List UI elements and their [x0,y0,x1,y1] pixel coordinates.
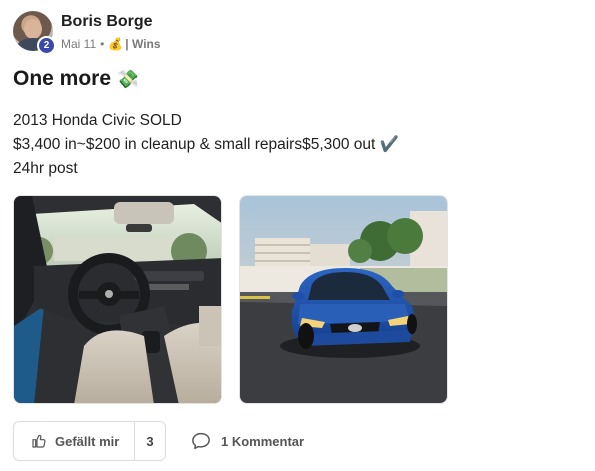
category-label[interactable]: | Wins [125,37,160,51]
like-label: Gefällt mir [55,433,120,449]
blue-honda-civic-photo[interactable] [239,195,448,404]
post-body: 2013 Honda Civic SOLD $3,400 in~$200 in … [13,109,399,181]
author-name[interactable]: Boris Borge [61,13,153,31]
meta-separator: • [100,37,105,51]
flying-money-icon: 💸 [116,69,140,89]
post-meta: Mai 11 • 💰 | Wins [61,37,161,51]
car-interior-image [14,196,221,403]
thumbs-up-icon [32,434,46,448]
level-badge: 2 [37,36,56,55]
post-title-text: One more [13,67,112,90]
like-group: Gefällt mir 3 [13,421,166,461]
comment-label: 1 Kommentar [221,433,305,449]
community-post: 2 Boris Borge Mai 11 • 💰 | Wins One more… [0,0,595,471]
like-button[interactable]: Gefällt mir [14,422,135,460]
post-date[interactable]: Mai 11 [61,37,96,51]
post-header: 2 Boris Borge Mai 11 • 💰 | Wins [13,11,413,55]
body-line: 2013 Honda Civic SOLD [13,112,182,129]
car-interior-photo[interactable] [13,195,222,404]
body-line: $3,400 in~$200 in cleanup & small repair… [13,136,399,153]
comment-bubble-icon [192,432,210,450]
body-line: 24hr post [13,160,78,177]
comment-button[interactable]: 1 Kommentar [191,421,304,461]
avatar-face [24,19,42,39]
post-actions: Gefällt mir 3 1 Kommentar [13,421,573,461]
money-bag-icon: 💰 [108,37,124,51]
like-count[interactable]: 3 [135,434,165,449]
car-exterior-image [240,196,447,403]
post-title: One more 💸 [13,67,139,91]
